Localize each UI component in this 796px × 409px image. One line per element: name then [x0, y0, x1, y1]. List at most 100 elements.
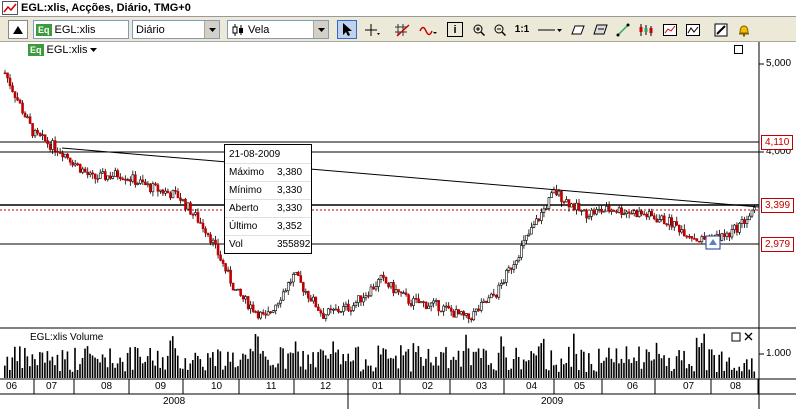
- candle: [26, 114, 29, 119]
- eraser-all-button[interactable]: [590, 20, 610, 39]
- maximize-volume-button[interactable]: [731, 332, 741, 342]
- chart-type-select[interactable]: Vela: [227, 20, 329, 39]
- wave-indicator-icon: [419, 26, 437, 35]
- candles-button[interactable]: [636, 20, 656, 39]
- candle: [660, 214, 664, 222]
- eraser-button[interactable]: [568, 20, 588, 39]
- candle: [337, 305, 340, 314]
- volume-bar: [76, 369, 79, 378]
- candle: [424, 301, 428, 310]
- candle: [136, 181, 140, 186]
- volume-bar: [380, 354, 382, 378]
- collapse-up-button[interactable]: [8, 20, 28, 39]
- volume-bar: [708, 349, 710, 378]
- candle: [597, 205, 601, 213]
- close-volume-icon[interactable]: [744, 332, 753, 341]
- line-style-button[interactable]: [536, 20, 564, 39]
- volume-bar: [242, 353, 244, 378]
- volume-bar: [304, 369, 307, 378]
- crosshair-tool-button[interactable]: [362, 20, 382, 39]
- candle: [36, 127, 39, 136]
- candle: [562, 200, 566, 205]
- candle: [3, 69, 7, 75]
- indicator-tool-button[interactable]: [418, 20, 438, 39]
- month-label: 01: [372, 381, 384, 392]
- chevron-down-icon[interactable]: [313, 21, 328, 38]
- symbol-combo[interactable]: Eq EGL:xlis: [33, 20, 129, 39]
- candle: [429, 301, 433, 312]
- alert-button[interactable]: [734, 20, 754, 39]
- candle: [31, 123, 34, 139]
- month-label: 07: [683, 381, 695, 392]
- volume-bar: [121, 361, 124, 378]
- month-label: 08: [730, 381, 742, 392]
- symbol-value: EGL:xlis: [54, 23, 96, 36]
- volume-bar: [668, 357, 670, 378]
- candle: [299, 270, 303, 283]
- price-level-label-3399[interactable]: 3,399: [761, 198, 795, 213]
- volume-bar: [477, 348, 480, 378]
- volume-bar: [334, 352, 337, 378]
- candle: [655, 214, 659, 223]
- chart-window-button[interactable]: [660, 20, 680, 39]
- candle: [159, 189, 162, 194]
- candle: [189, 201, 192, 215]
- price-level-label-2979[interactable]: 2,979: [761, 237, 795, 252]
- zoom-in-button[interactable]: [469, 20, 489, 39]
- candle: [91, 170, 95, 180]
- candle: [703, 232, 706, 240]
- candle: [58, 148, 62, 155]
- volume-bar: [718, 354, 720, 378]
- volume-bar: [154, 365, 156, 378]
- month-label: 12: [320, 381, 332, 392]
- trendline[interactable]: [61, 147, 760, 208]
- candle: [362, 292, 365, 306]
- volume-bar: [605, 357, 608, 378]
- candle: [131, 170, 135, 184]
- candle: [417, 293, 420, 304]
- candle: [680, 225, 684, 235]
- candle: [392, 279, 395, 297]
- volume-bar: [735, 370, 738, 378]
- volume-bar: [575, 353, 578, 378]
- candle: [204, 226, 207, 238]
- candle: [226, 266, 230, 273]
- period-select[interactable]: Diário: [132, 20, 220, 39]
- volume-bar: [733, 367, 736, 378]
- volume-bar: [237, 366, 239, 378]
- candle: [743, 216, 746, 228]
- alert-marker[interactable]: [705, 235, 721, 250]
- grid-toggle-button[interactable]: [392, 20, 412, 39]
- volume-bar: [590, 364, 593, 378]
- price-chart[interactable]: [0, 42, 796, 409]
- candle: [8, 73, 12, 90]
- zoom-out-button[interactable]: [490, 20, 510, 39]
- chevron-down-icon[interactable]: [204, 21, 219, 38]
- candle: [690, 236, 694, 242]
- volume-bar: [344, 361, 347, 378]
- settings-button[interactable]: [711, 20, 731, 39]
- chart-area[interactable]: Eq EGL:xlis 5,000 4,000 4,110 3,399 2,97…: [0, 42, 796, 409]
- trendline-button[interactable]: [613, 20, 633, 39]
- candle: [149, 183, 152, 194]
- volume-bar: [136, 348, 139, 378]
- volume-bar: [212, 352, 214, 378]
- candle: [635, 209, 638, 218]
- pointer-tool-button[interactable]: [337, 20, 357, 39]
- candle: [552, 186, 556, 194]
- volume-bar: [86, 346, 89, 378]
- candle: [48, 141, 52, 153]
- candle: [342, 302, 345, 316]
- volume-bar: [16, 361, 19, 378]
- price-level-label-4110[interactable]: 4,110: [761, 135, 794, 150]
- candle: [414, 293, 418, 304]
- candle: [41, 129, 44, 141]
- volume-bar: [129, 347, 131, 378]
- zoom-ratio-button[interactable]: 1:1: [512, 20, 532, 39]
- candle: [642, 210, 646, 216]
- candle: [339, 310, 343, 313]
- info-button[interactable]: i: [447, 22, 463, 37]
- candle: [103, 168, 107, 182]
- chart-compare-button[interactable]: [683, 20, 703, 39]
- year-label-2008: 2008: [163, 396, 186, 407]
